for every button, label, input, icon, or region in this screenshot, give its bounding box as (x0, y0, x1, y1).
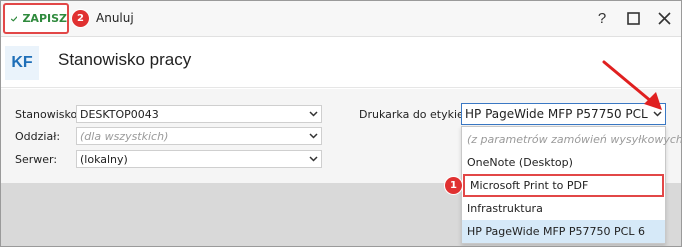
dropdown-option[interactable]: (z parametrów zamówień wysyłkowych) (462, 128, 681, 151)
chevron-down-icon (305, 133, 321, 139)
page-title: Stanowisko pracy (58, 50, 192, 69)
toolbar: ZAPISZ 2 Anuluj ? (1, 1, 681, 37)
maximize-icon[interactable] (623, 8, 643, 28)
dropdown-option[interactable]: Microsoft Print to PDF (463, 174, 664, 197)
serwer-select[interactable]: (lokalny) (76, 150, 322, 168)
stanowisko-select[interactable]: DESKTOP0043 (76, 105, 322, 123)
arrow-annotation (602, 60, 662, 110)
serwer-value: (lokalny) (80, 152, 128, 166)
drukarka-label: Drukarka do etykiet: (359, 108, 472, 121)
dropdown-option[interactable]: OneNote (Desktop) (462, 151, 665, 174)
save-button-label: ZAPISZ (22, 12, 67, 25)
save-button[interactable]: ZAPISZ (3, 3, 69, 34)
page-header: KF Stanowisko pracy (1, 38, 681, 88)
dropdown-option-selected[interactable]: HP PageWide MFP P57750 PCL 6 (462, 220, 665, 243)
stanowisko-label: Stanowisko: (15, 108, 81, 121)
help-icon[interactable]: ? (592, 8, 612, 28)
cancel-button[interactable]: Anuluj (96, 11, 134, 25)
app-logo: KF (5, 46, 39, 80)
dialog-window: ZAPISZ 2 Anuluj ? KF Stanowisko pracy St… (0, 0, 682, 247)
stanowisko-value: DESKTOP0043 (80, 107, 159, 121)
oddzial-placeholder: (dla wszystkich) (80, 129, 169, 143)
oddzial-select[interactable]: (dla wszystkich) (76, 127, 322, 145)
chevron-down-icon (305, 111, 321, 117)
check-icon (11, 15, 18, 21)
printer-dropdown-list: (z parametrów zamówień wysyłkowych) OneN… (461, 126, 681, 244)
serwer-label: Serwer: (15, 153, 58, 166)
close-icon[interactable] (654, 8, 674, 28)
step-badge-1: 1 (445, 177, 462, 194)
step-badge-2: 2 (72, 10, 89, 27)
chevron-down-icon (305, 156, 321, 162)
dropdown-option[interactable]: Infrastruktura (462, 197, 665, 220)
oddzial-label: Oddział: (15, 130, 61, 143)
